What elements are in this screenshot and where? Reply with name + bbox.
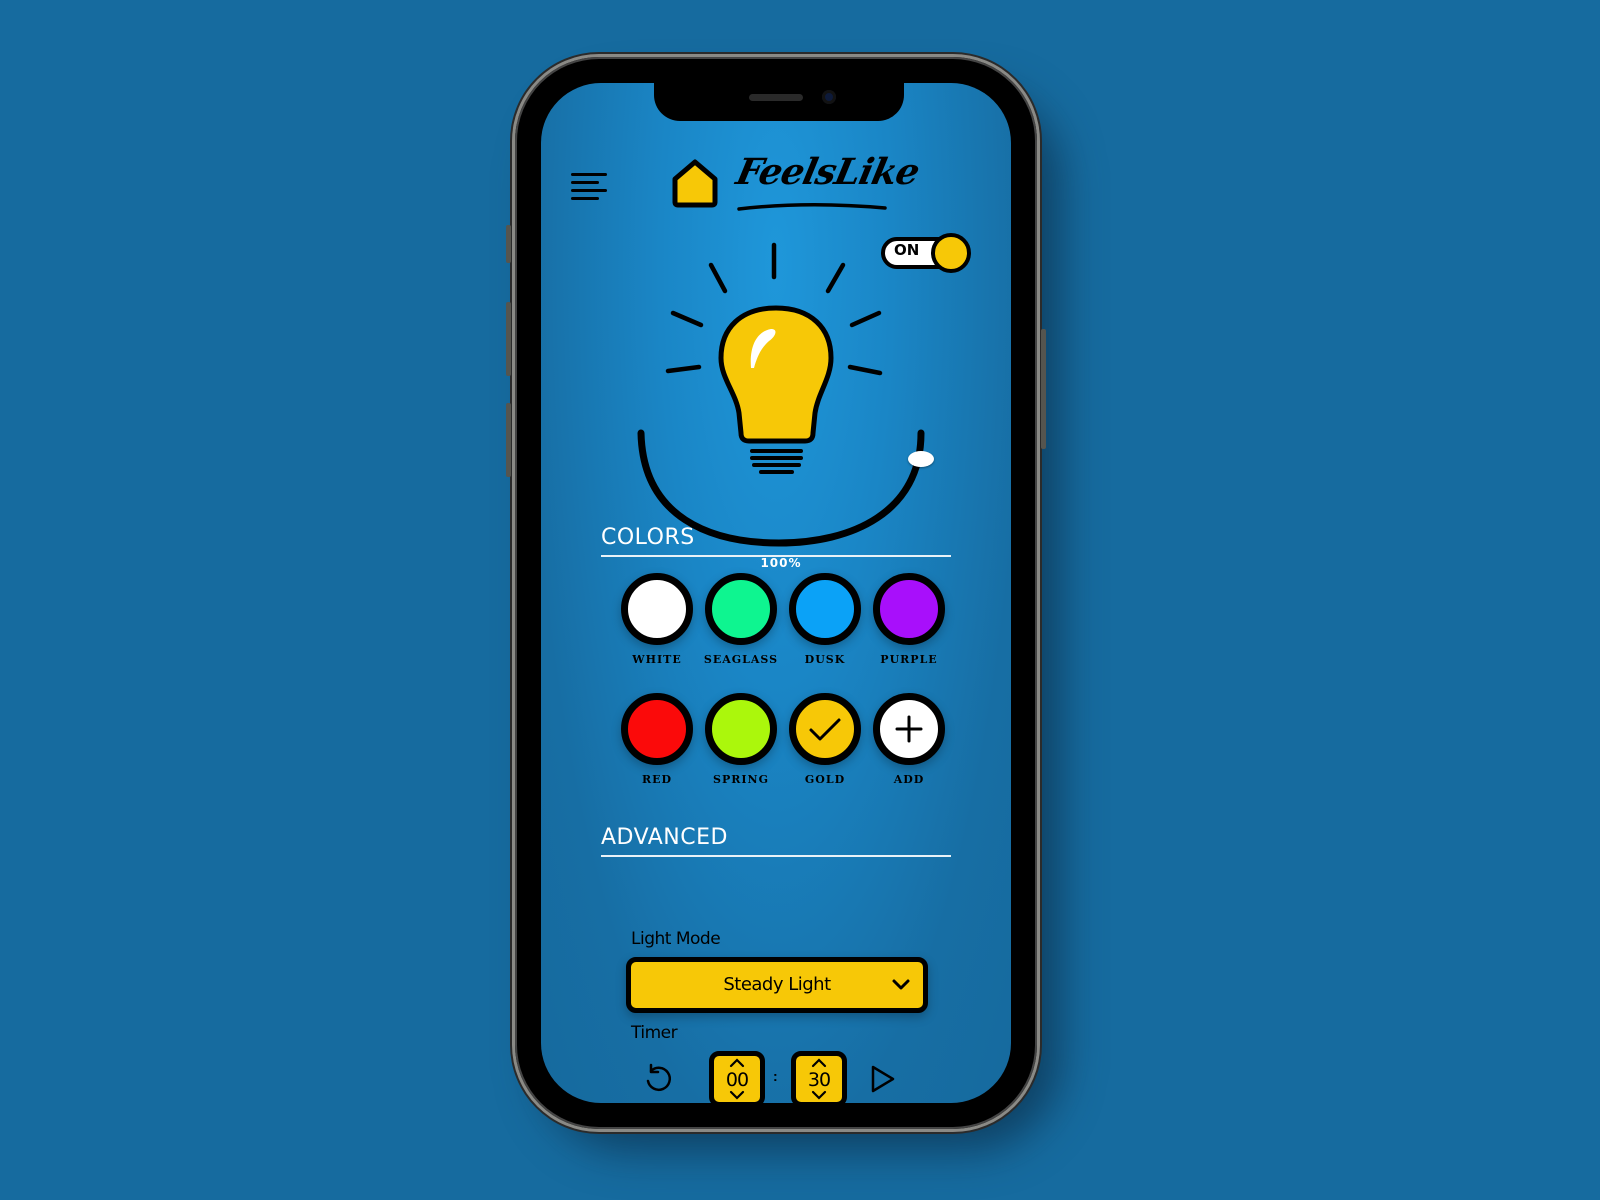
volume-up-button <box>506 302 511 376</box>
colors-heading: COLORS <box>601 525 695 550</box>
menu-icon-line <box>571 173 607 176</box>
lightbulb-icon <box>718 305 834 474</box>
light-mode-select[interactable]: Steady Light <box>626 957 928 1013</box>
volume-down-button <box>506 403 511 477</box>
swatch-circle <box>789 693 861 765</box>
notch <box>654 83 904 121</box>
swatch-circle <box>705 693 777 765</box>
swatch-purple[interactable]: PURPLE <box>867 573 951 683</box>
app-screen: FeelsLike ON 100% COLORS WHITE SEAGLASS … <box>541 83 1011 1103</box>
chevron-up-icon[interactable] <box>729 1058 745 1068</box>
swatch-label: GOLD <box>804 773 846 786</box>
logo-underline <box>737 202 887 211</box>
swatch-circle <box>705 573 777 645</box>
checkmark-icon <box>809 718 841 741</box>
swatch-label: PURPLE <box>880 653 938 666</box>
chevron-up-icon[interactable] <box>811 1058 827 1068</box>
timer-minutes-value: 30 <box>807 1069 831 1091</box>
swatch-gold[interactable]: GOLD <box>783 693 867 803</box>
mute-switch <box>506 225 511 263</box>
swatch-circle <box>789 573 861 645</box>
swatch-label: DUSK <box>804 653 846 666</box>
app-title: FeelsLike <box>732 151 923 193</box>
chevron-down-icon[interactable] <box>729 1090 745 1100</box>
timer-hours-spinner[interactable]: 00 <box>709 1051 765 1103</box>
swatch-label: ADD <box>893 773 925 786</box>
colors-divider <box>601 555 951 557</box>
reset-timer-icon[interactable] <box>641 1061 677 1097</box>
home-icon <box>672 159 718 208</box>
swatch-circle <box>621 573 693 645</box>
timer-hours-value: 00 <box>725 1069 749 1091</box>
swatch-label: RED <box>641 773 673 786</box>
swatch-seaglass[interactable]: SEAGLASS <box>699 573 783 683</box>
brightness-slider-handle[interactable] <box>908 451 934 467</box>
menu-icon-line <box>571 189 607 192</box>
app-logo: FeelsLike <box>669 151 923 221</box>
brightness-value: 100% <box>760 556 802 570</box>
swatch-label: WHITE <box>632 653 682 666</box>
play-icon[interactable] <box>867 1063 897 1095</box>
chevron-down-icon <box>892 979 910 990</box>
swatch-red[interactable]: RED <box>615 693 699 803</box>
front-camera <box>822 90 836 104</box>
swatch-circle <box>873 693 945 765</box>
swatch-label: SEAGLASS <box>703 653 779 666</box>
advanced-heading: ADVANCED <box>601 825 728 850</box>
menu-button[interactable] <box>571 173 609 203</box>
power-button <box>1041 329 1046 449</box>
timer-separator: : <box>773 1068 778 1084</box>
phone-frame: FeelsLike ON 100% COLORS WHITE SEAGLASS … <box>506 57 1046 1129</box>
brightness-control: 100% <box>621 233 941 570</box>
speaker <box>749 94 803 101</box>
light-mode-value: Steady Light <box>723 974 831 995</box>
light-mode-label: Light Mode <box>631 929 721 949</box>
swatch-circle <box>621 693 693 765</box>
timer-minutes-spinner[interactable]: 30 <box>791 1051 847 1103</box>
plus-icon <box>895 715 923 743</box>
swatch-white[interactable]: WHITE <box>615 573 699 683</box>
chevron-down-icon[interactable] <box>811 1090 827 1100</box>
swatch-dusk[interactable]: DUSK <box>783 573 867 683</box>
timer-controls: 00 : 30 <box>641 1051 921 1103</box>
menu-icon-line <box>571 181 599 184</box>
swatch-circle <box>873 573 945 645</box>
menu-icon-line <box>571 197 599 200</box>
swatch-label: SPRING <box>713 773 769 786</box>
add-color-button[interactable]: ADD <box>867 693 951 803</box>
timer-label: Timer <box>631 1023 678 1043</box>
swatch-spring[interactable]: SPRING <box>699 693 783 803</box>
advanced-divider <box>601 855 951 857</box>
